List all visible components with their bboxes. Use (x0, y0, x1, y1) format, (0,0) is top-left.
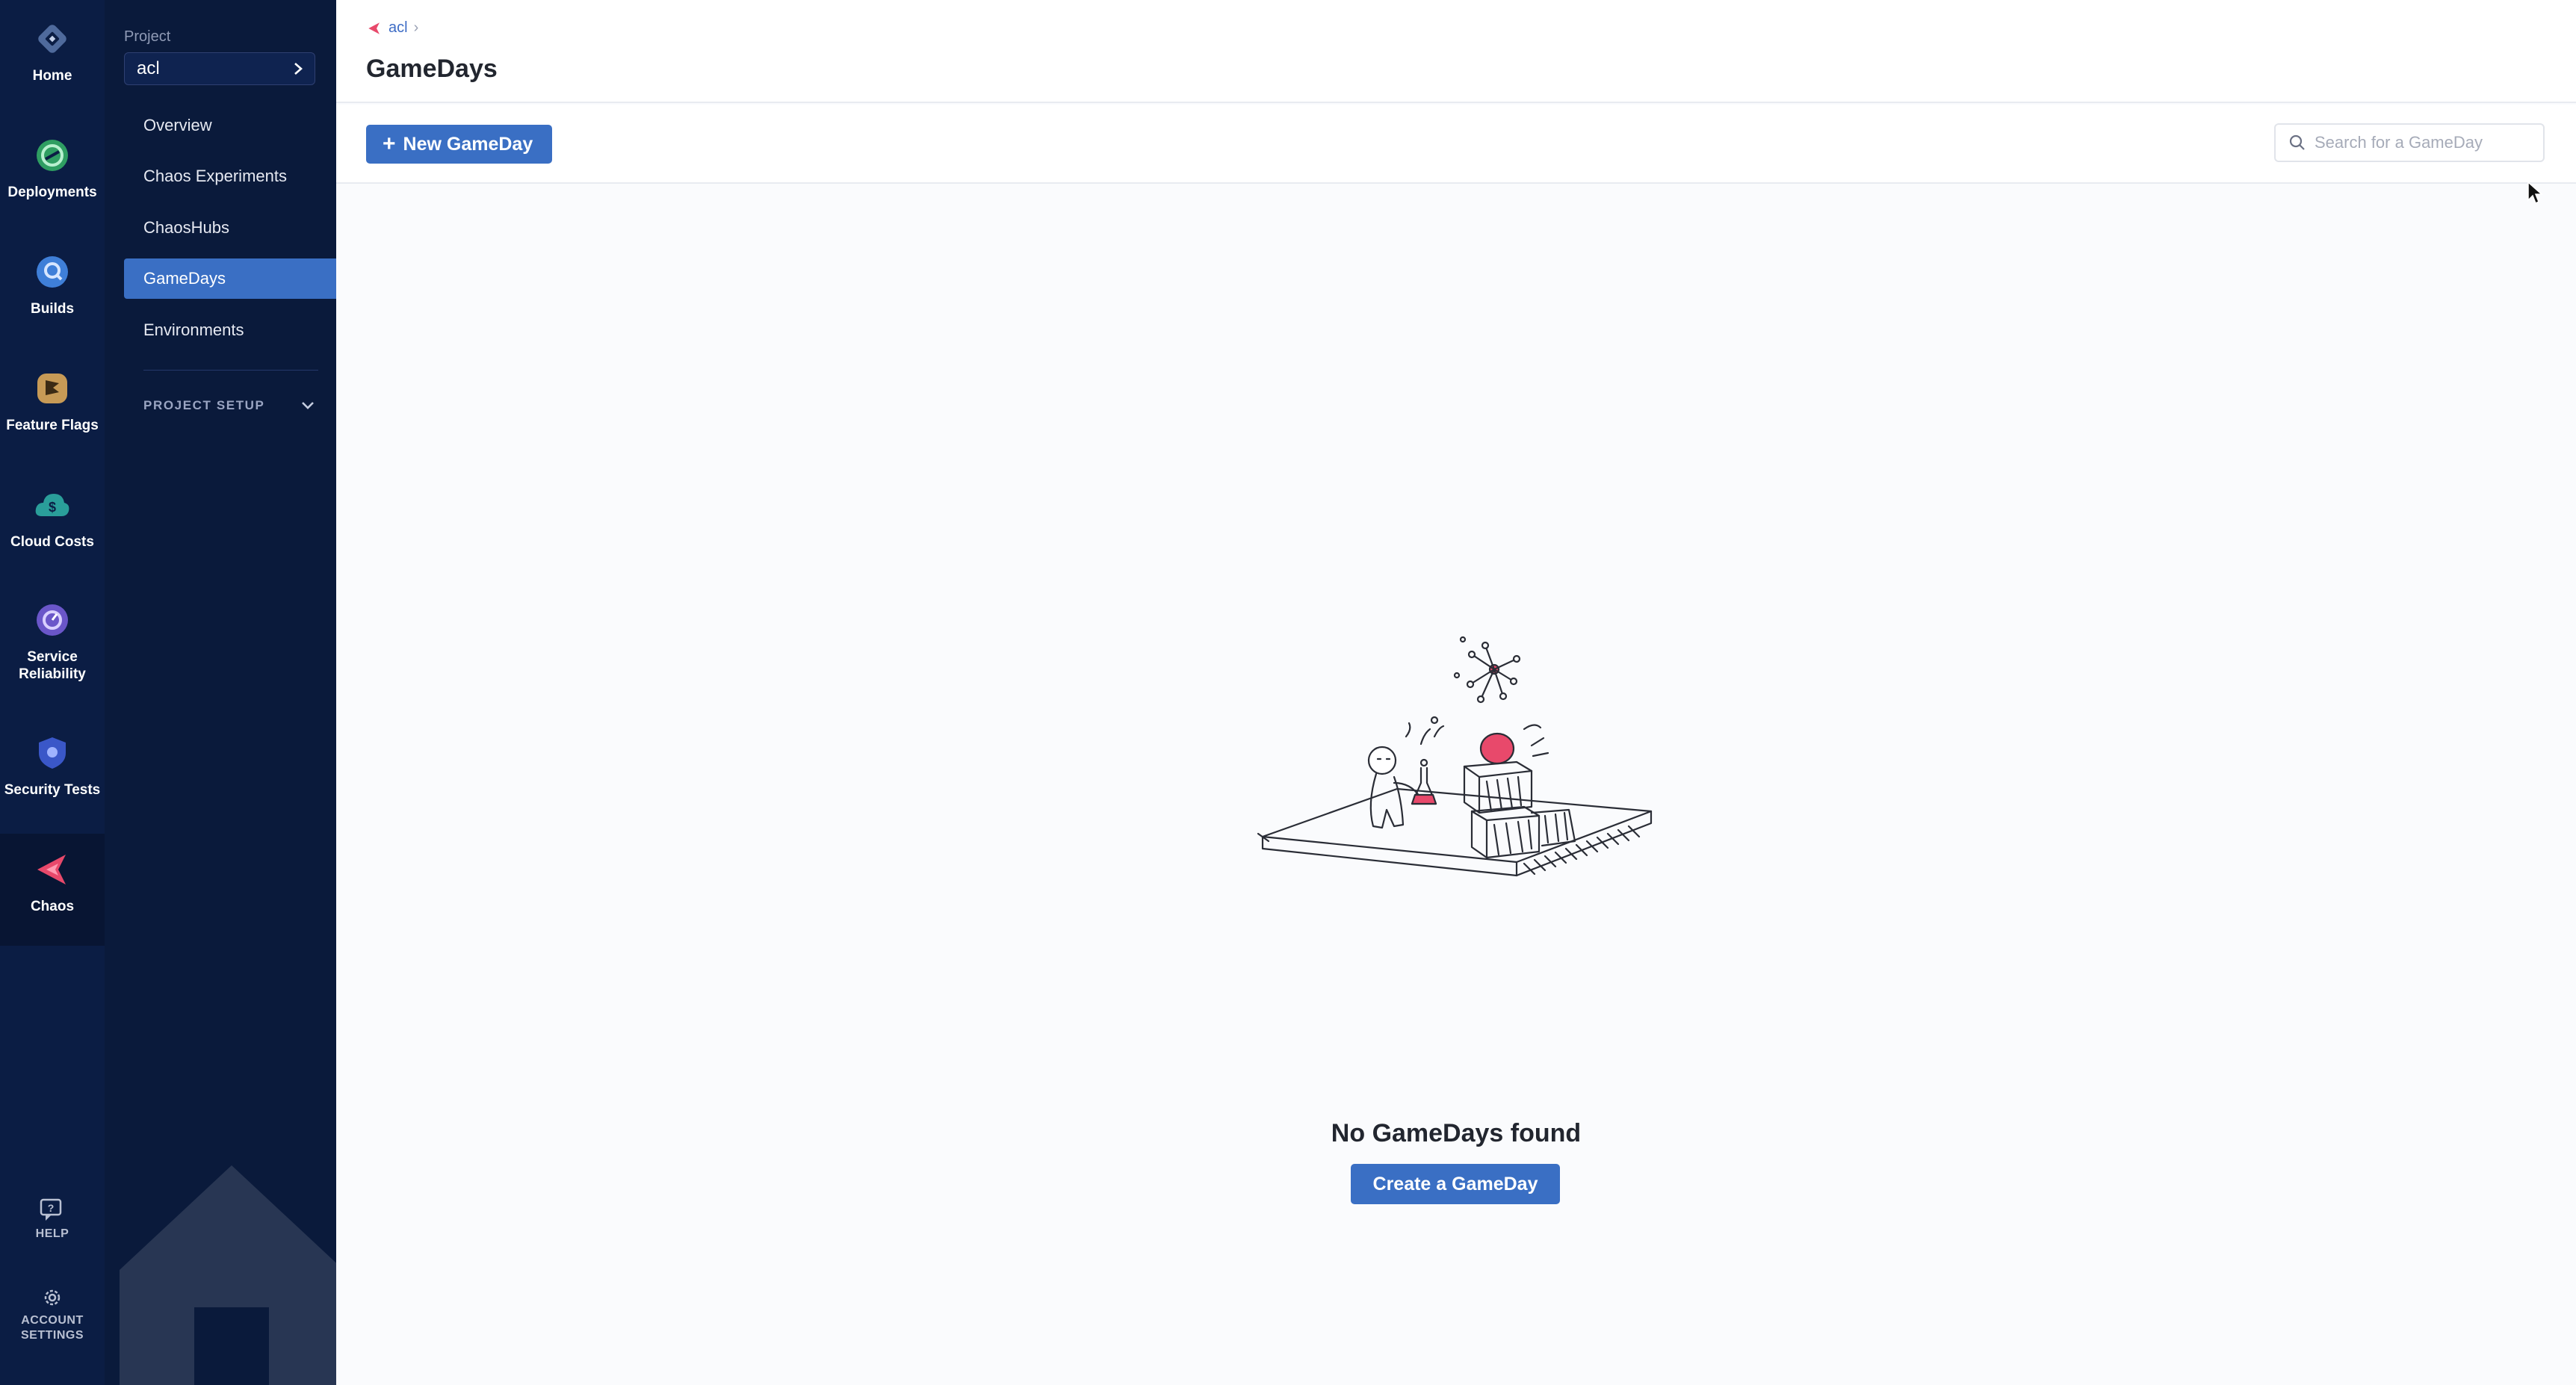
rail-item-deployments[interactable]: Deployments (0, 136, 105, 218)
new-gameday-label: New GameDay (403, 133, 533, 155)
rail-item-builds[interactable]: Builds (0, 252, 105, 335)
search-box[interactable] (2274, 123, 2545, 162)
rail-item-label: Service Reliability (19, 649, 86, 682)
project-setup-toggle[interactable]: PROJECT SETUP (143, 396, 315, 415)
breadcrumb-project[interactable]: acl (388, 19, 408, 37)
empty-state-illustration (1257, 636, 1653, 877)
mouse-cursor-icon (2527, 181, 2543, 205)
module-rail: Home Deployments Builds Feature Flags $ … (0, 0, 105, 1385)
chevron-right-icon: › (413, 19, 419, 36)
rail-item-chaos[interactable]: Chaos (0, 834, 105, 946)
project-selector[interactable]: acl (124, 52, 315, 85)
empty-state-message: No GameDays found (1331, 1119, 1582, 1147)
nav-item-chaoshubs[interactable]: ChaosHubs (124, 208, 336, 248)
nav-item-label: ChaosHubs (143, 218, 229, 237)
security-tests-icon (33, 734, 72, 772)
search-input[interactable] (2315, 133, 2539, 152)
nav-item-chaos-experiments[interactable]: Chaos Experiments (124, 156, 336, 196)
svg-text:?: ? (48, 1202, 55, 1214)
new-gameday-button[interactable]: + New GameDay (366, 125, 553, 164)
rail-item-security-tests[interactable]: Security Tests (0, 734, 105, 816)
nav-divider (143, 370, 318, 371)
project-selector-value: acl (137, 58, 160, 78)
search-icon (2289, 134, 2305, 150)
deployments-icon (33, 136, 72, 175)
create-gameday-label: Create a GameDay (1372, 1173, 1538, 1195)
nav-item-label: GameDays (143, 269, 226, 288)
rail-item-feature-flags[interactable]: Feature Flags (0, 369, 105, 451)
home-icon (33, 19, 72, 58)
account-settings-button[interactable]: ACCOUNT SETTINGS (0, 1286, 105, 1354)
account-settings-label: ACCOUNT SETTINGS (20, 1314, 84, 1342)
rail-item-label: Feature Flags (6, 418, 99, 433)
page-toolbar: + New GameDay (336, 105, 2576, 184)
feature-flags-icon (33, 369, 72, 408)
help-icon: ? (40, 1198, 62, 1221)
breadcrumb[interactable]: acl › (366, 19, 418, 37)
rail-item-label: Chaos (30, 899, 75, 914)
nav-item-gamedays[interactable]: GameDays (124, 258, 336, 299)
nav-item-label: Environments (143, 320, 244, 339)
chaos-icon (368, 22, 380, 34)
rail-item-label: Security Tests (4, 782, 101, 798)
gear-icon (44, 1289, 61, 1306)
rail-item-service-reliability[interactable]: Service Reliability (0, 601, 105, 696)
rail-item-home[interactable]: Home (0, 19, 105, 100)
page-header: acl › GameDays (336, 0, 2576, 103)
chaos-icon (33, 850, 72, 889)
nav-item-label: Overview (143, 116, 212, 134)
rail-item-label: Cloud Costs (10, 534, 94, 550)
svg-text:$: $ (49, 500, 56, 515)
project-setup-label: PROJECT SETUP (143, 398, 265, 412)
nav-item-environments[interactable]: Environments (124, 310, 336, 350)
service-reliability-icon (33, 601, 72, 639)
plus-icon: + (383, 131, 396, 156)
rail-item-label: Deployments (7, 185, 97, 200)
help-label: HELP (35, 1227, 69, 1240)
rail-item-label: Builds (30, 301, 75, 317)
cloud-costs-icon: $ (33, 486, 72, 524)
project-label: Project (124, 28, 171, 45)
rail-item-cloud-costs[interactable]: $ Cloud Costs (0, 486, 105, 568)
chevron-right-icon (294, 63, 303, 75)
chevron-down-icon (302, 402, 314, 409)
nav-item-overview[interactable]: Overview (124, 105, 336, 146)
help-button[interactable]: ? HELP (0, 1198, 105, 1245)
rail-item-label: Home (32, 68, 72, 84)
create-gameday-button[interactable]: Create a GameDay (1351, 1164, 1560, 1204)
main-content: acl › GameDays + New GameDay Search for … (336, 0, 2576, 1385)
sidebar-background-graphic (120, 1165, 344, 1385)
empty-state: No GameDays found Create a GameDay (336, 184, 2576, 1385)
page-title: GameDays (366, 55, 498, 83)
builds-icon (33, 252, 72, 291)
nav-item-label: Chaos Experiments (143, 167, 287, 185)
